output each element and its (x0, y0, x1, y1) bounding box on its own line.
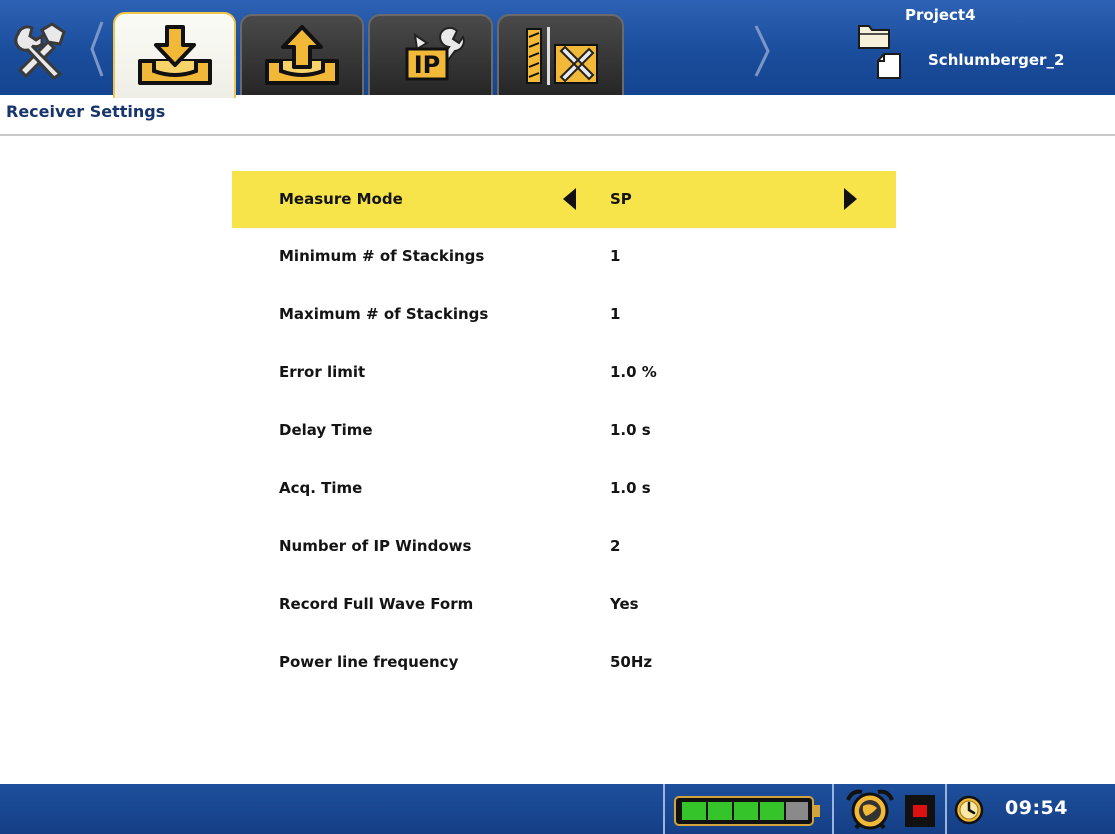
tools-icon[interactable] (8, 16, 76, 84)
battery-icon (674, 796, 820, 826)
alarm-clock-icon (846, 789, 894, 830)
setting-value: SP (610, 190, 632, 208)
setting-row-acq-time[interactable]: Acq. Time 1.0 s (232, 460, 896, 518)
svg-text:IP: IP (413, 51, 440, 79)
status-divider (945, 784, 947, 834)
file-icon (877, 53, 901, 79)
setting-label: Error limit (279, 363, 366, 381)
setting-row-maximum-stackings[interactable]: Maximum # of Stackings 1 (232, 286, 896, 344)
setting-row-power-line-frequency[interactable]: Power line frequency 50Hz (232, 634, 896, 692)
setting-row-measure-mode[interactable]: Measure Mode SP (232, 171, 896, 228)
setting-label: Power line frequency (279, 653, 459, 671)
tab-transmitter[interactable] (240, 14, 364, 95)
status-divider (663, 784, 665, 834)
tab-ip[interactable]: IP (368, 14, 493, 95)
scroll-left-icon[interactable] (88, 18, 104, 80)
setting-row-full-wave-form[interactable]: Record Full Wave Form Yes (232, 576, 896, 634)
page-title: Receiver Settings (6, 102, 166, 121)
download-tray-icon (137, 25, 212, 85)
scroll-right-icon[interactable] (752, 20, 774, 82)
next-option-arrow-icon[interactable] (844, 188, 857, 210)
tab-receiver[interactable] (113, 12, 236, 98)
setting-label: Record Full Wave Form (279, 595, 474, 613)
ip-tools-icon: IP (405, 26, 465, 80)
clock-icon (954, 795, 984, 825)
setting-label: Number of IP Windows (279, 537, 472, 555)
setting-value: 1.0 % (610, 363, 657, 381)
setting-label: Delay Time (279, 421, 373, 439)
setting-value: 1.0 s (610, 421, 651, 439)
setting-label: Minimum # of Stackings (279, 247, 485, 265)
previous-option-arrow-icon[interactable] (563, 188, 576, 210)
setting-value: 1 (610, 305, 621, 323)
setting-value: 2 (610, 537, 621, 555)
settings-list: Measure Mode SP Minimum # of Stackings 1… (232, 171, 896, 692)
status-divider (832, 784, 834, 834)
setting-value: 50Hz (610, 653, 653, 671)
setting-label: Measure Mode (279, 190, 403, 208)
clock-time: 09:54 (1005, 797, 1068, 819)
folder-icon (858, 25, 890, 49)
tab-tools[interactable] (497, 14, 624, 95)
setting-row-ip-windows[interactable]: Number of IP Windows 2 (232, 518, 896, 576)
setting-value: 1 (610, 247, 621, 265)
project-name: Project4 (905, 6, 976, 24)
setting-label: Acq. Time (279, 479, 363, 497)
drill-tools-icon (525, 26, 598, 85)
page-header: Receiver Settings (0, 95, 1115, 136)
setting-row-delay-time[interactable]: Delay Time 1.0 s (232, 402, 896, 460)
setting-row-minimum-stackings[interactable]: Minimum # of Stackings 1 (232, 228, 896, 286)
setting-row-error-limit[interactable]: Error limit 1.0 % (232, 344, 896, 402)
top-bar: IP Project4 Schlumberger_2 (0, 0, 1115, 98)
file-name: Schlumberger_2 (928, 51, 1065, 69)
upload-tray-icon (265, 24, 339, 85)
status-bar: 09:54 (0, 784, 1115, 834)
setting-label: Maximum # of Stackings (279, 305, 489, 323)
setting-value: 1.0 s (610, 479, 651, 497)
setting-value: Yes (610, 595, 639, 613)
record-indicator-icon (905, 795, 935, 827)
